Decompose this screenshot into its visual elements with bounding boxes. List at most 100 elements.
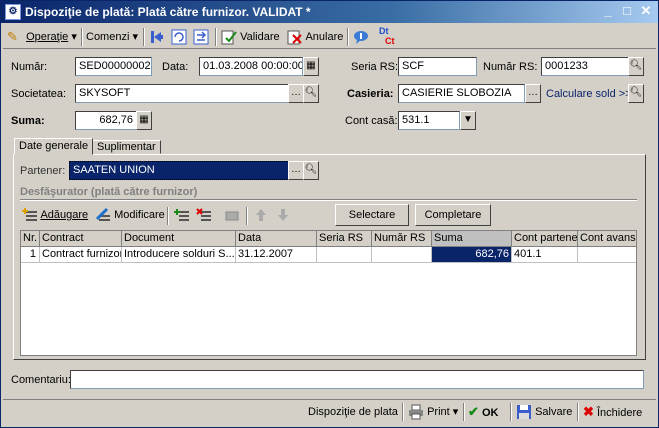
arrow-left-icon [151,31,163,44]
table-cell-suma[interactable]: 682,76 [432,247,512,263]
toolbar: ✎ Operaţie ▾ Comenzi ▾ Validare Anulare [3,25,656,49]
column-header[interactable]: Cont partener [512,231,578,247]
casieria-label: Casieria: [347,88,394,100]
search-icon: 🔍︎ [629,60,643,71]
calculator-button[interactable]: ▦ [136,111,152,130]
title-bar[interactable]: ⚙ Dispoziţie de plată: Plată către furni… [1,1,658,23]
partener-browse-button[interactable]: … [288,161,304,180]
operatie-label: Operaţie [26,31,69,43]
toolbar-separator [246,207,248,225]
section-divider [20,199,637,201]
minimize-button[interactable]: _ [599,4,617,20]
insert-row-icon [174,209,189,222]
casieria-input[interactable]: CASIERIE SLOBOZIA [398,84,525,103]
operatie-menu[interactable]: ✎ Operaţie ▾ [7,27,77,47]
comenzi-label: Comenzi [86,31,130,43]
credit-label: Ct [385,36,395,46]
checkmark-icon: ✔ [468,404,479,419]
societatea-search-button[interactable]: 🔍︎ [303,84,319,103]
delete-row-button[interactable] [196,205,212,225]
suma-input[interactable]: 682,76 [75,111,137,130]
column-header[interactable]: Seria RS [317,231,372,247]
cont-casa-dropdown-button[interactable]: ▼ [460,111,476,130]
tab-suplimentar[interactable]: Suplimentar [92,140,161,154]
adaugare-button[interactable]: Adăugare [22,205,88,225]
table-cell-cont-partener[interactable]: 401.1 [512,247,578,263]
salvare-label: Salvare [535,406,573,418]
validate-icon [221,30,237,45]
toolbar-separator [577,403,579,421]
dispozitie-de-plata-button[interactable]: Dispoziţie de plata [308,402,398,422]
maximize-button[interactable]: □ [618,4,636,20]
tab-date-generale[interactable]: Date generale [14,138,94,155]
partener-input[interactable]: SAATEN UNION [69,161,289,180]
validare-button[interactable]: Validare [221,27,280,47]
table-cell-seria-rs[interactable] [317,247,372,263]
salvare-button[interactable]: Salvare [516,402,572,422]
partener-search-button[interactable]: 🔍︎ [303,161,319,180]
comment-button[interactable] [353,27,369,47]
numar-rs-input[interactable]: 0001233 [541,57,629,76]
refresh-button[interactable] [171,27,187,47]
app-icon[interactable]: ⚙ [5,4,21,20]
calculare-sold-link[interactable]: Calculare sold >> [546,86,632,102]
forward-button[interactable] [193,27,209,47]
inchidere-button[interactable]: ✖ Închidere [583,402,642,422]
swap-icon [193,29,209,45]
partener-label: Partener: [20,165,66,177]
cont-casa-select[interactable]: 531.1 [398,111,460,130]
insert-row-button[interactable] [174,205,190,225]
ok-label: OK [481,407,499,419]
column-header[interactable]: Contract [40,231,122,247]
casieria-search-button[interactable]: 🔍︎ [628,84,644,103]
column-header[interactable]: Document [122,231,236,247]
table-cell-nr[interactable]: 1 [21,247,40,263]
completare-button[interactable]: Completare [415,204,491,226]
numar-rs-search-button[interactable]: 🔍︎ [628,57,644,76]
speech-bubble-icon [354,31,368,45]
comenzi-menu[interactable]: Comenzi ▾ [86,27,138,47]
search-icon: 🔍︎ [629,87,643,98]
table-cell-data[interactable]: 31.12.2007 [236,247,317,263]
comentariu-input[interactable] [70,370,644,389]
toolbar-separator [463,403,465,421]
ok-button[interactable]: ✔ OK [468,402,498,422]
data-input[interactable]: 01.03.2008 00:00:00 [199,57,303,76]
copy-row-button[interactable] [224,205,240,225]
floppy-disk-icon [517,405,531,420]
table-cell-cont-avans[interactable] [578,247,636,263]
desfasurator-table[interactable]: Nr. Contract Document Data Seria RS Numă… [20,230,637,356]
toolbar-separator [143,28,145,46]
column-header[interactable]: Cont avans [578,231,636,247]
printer-icon [409,404,423,420]
column-header[interactable]: Suma [432,231,512,247]
chevron-down-icon: ▼ [463,114,473,125]
column-header[interactable]: Nr. [21,231,40,247]
close-button[interactable]: ✕ [637,4,655,20]
table-cell-numar-rs[interactable] [372,247,432,263]
arrow-up-icon [256,209,266,222]
close-x-icon: ✖ [583,404,594,419]
ellipsis-icon: … [528,87,538,98]
selectare-button[interactable]: Selectare [335,204,409,226]
calendar-button[interactable]: ▦ [303,57,319,76]
modificare-button[interactable]: Modificare [95,205,165,225]
cont-casa-label: Cont casă: [345,115,398,127]
move-down-button[interactable] [275,205,291,225]
table-cell-contract[interactable]: Contract furnizor [40,247,122,263]
anulare-button[interactable]: Anulare [287,27,343,47]
column-header[interactable]: Data [236,231,317,247]
print-button[interactable]: Print ▾ [408,402,458,422]
back-button[interactable] [149,27,165,47]
column-header[interactable]: Număr RS [372,231,432,247]
societatea-input[interactable]: SKYSOFT [75,84,289,103]
move-up-button[interactable] [253,205,269,225]
societatea-browse-button[interactable]: … [288,84,304,103]
casieria-browse-button[interactable]: … [525,84,541,103]
table-cell-document[interactable]: Introducere solduri S... [122,247,236,263]
numar-input[interactable]: SED00000002 [75,57,152,76]
debit-credit-button[interactable]: Dt Ct [379,26,395,46]
arrow-down-icon [278,209,288,222]
window: ⚙ Dispoziţie de plată: Plată către furni… [0,0,659,428]
seria-rs-input[interactable]: SCF [398,57,477,76]
